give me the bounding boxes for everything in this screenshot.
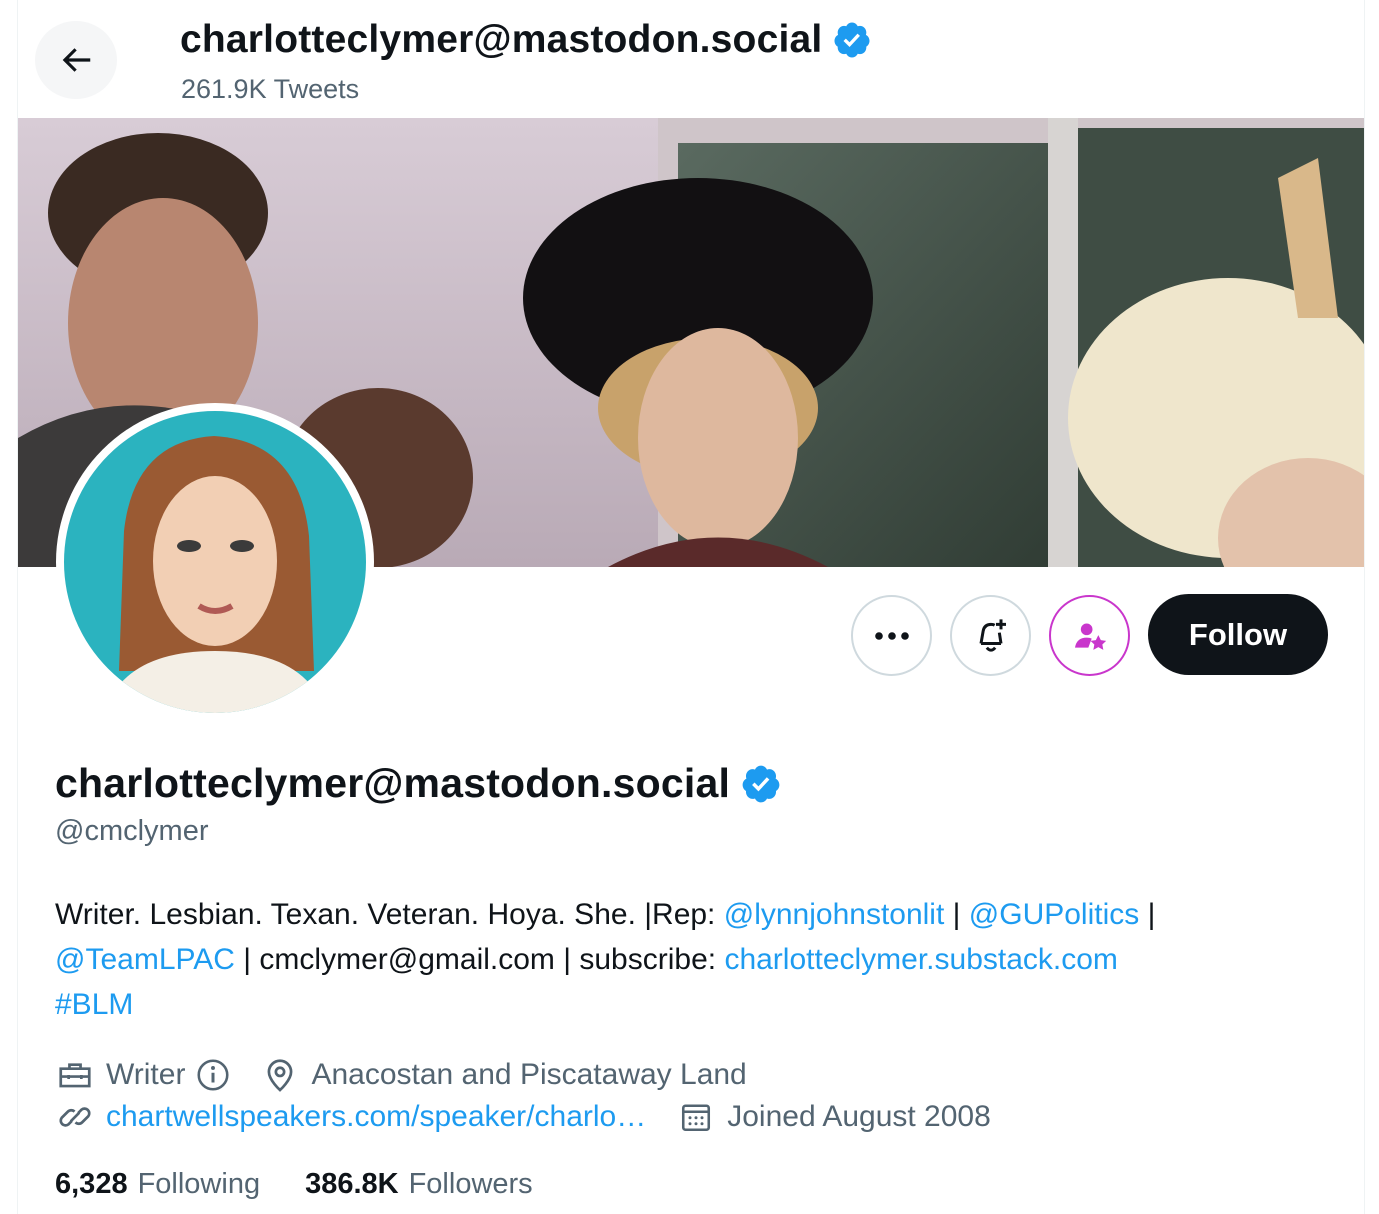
bio-mention-link[interactable]: @GUPolitics	[969, 898, 1139, 931]
bell-plus-icon	[979, 618, 1006, 652]
followers-count: 386.8K	[305, 1168, 399, 1200]
back-button[interactable]	[35, 21, 117, 99]
header-title: charlotteclymer@mastodon.social	[180, 18, 872, 62]
display-name-text: charlotteclymer@mastodon.social	[55, 760, 731, 806]
followers-link[interactable]: 386.8K Followers	[305, 1168, 533, 1201]
avatar-image	[64, 411, 366, 713]
location-text: Anacostan and Piscataway Land	[311, 1058, 747, 1091]
follow-stats: 6,328 Following 386.8K Followers	[55, 1168, 578, 1201]
following-count: 6,328	[55, 1168, 128, 1200]
website-link[interactable]: chartwellspeakers.com/speaker/charlo…	[106, 1100, 646, 1134]
super-follow-button[interactable]	[1049, 595, 1130, 676]
profile-meta-row: Writer Anacostan and Piscataway Land	[55, 1055, 747, 1095]
location-pin-icon	[260, 1055, 300, 1095]
bio-text: | cmclymer@gmail.com | subscribe:	[234, 943, 725, 976]
bio-url-link[interactable]: charlotteclymer.substack.com	[724, 943, 1117, 976]
bio-separator: |	[944, 898, 969, 931]
bio-mention-link[interactable]: @TeamLPAC	[55, 943, 235, 976]
bio-mention-link[interactable]: @lynnjohnstonlit	[724, 898, 945, 931]
join-date: Joined August 2008	[727, 1100, 991, 1133]
bio-hashtag-link[interactable]: #BLM	[55, 988, 133, 1021]
avatar[interactable]	[56, 403, 374, 721]
display-name: charlotteclymer@mastodon.social	[55, 760, 782, 807]
bio-separator: |	[1139, 898, 1156, 931]
profession-category: Writer	[106, 1058, 186, 1091]
header-name: charlotteclymer@mastodon.social	[180, 18, 823, 61]
user-handle: @cmclymer	[55, 815, 209, 847]
more-dots-icon	[874, 631, 909, 640]
calendar-icon	[676, 1097, 716, 1137]
follow-button[interactable]: Follow	[1148, 594, 1328, 675]
bio-text: Writer. Lesbian. Texan. Veteran. Hoya. S…	[55, 898, 724, 931]
verified-badge-icon[interactable]	[740, 763, 782, 805]
arrow-left-icon	[62, 48, 91, 72]
followers-label: Followers	[408, 1168, 533, 1200]
profile-meta-row: chartwellspeakers.com/speaker/charlo… Jo…	[55, 1097, 991, 1137]
following-label: Following	[137, 1168, 261, 1200]
verified-badge-icon[interactable]	[832, 20, 872, 60]
link-icon	[55, 1097, 95, 1137]
notifications-button[interactable]	[950, 595, 1031, 676]
more-button[interactable]	[851, 595, 932, 676]
tweet-count: 261.9K Tweets	[181, 74, 360, 104]
briefcase-icon	[55, 1055, 95, 1095]
profile-bio: Writer. Lesbian. Texan. Veteran. Hoya. S…	[55, 892, 1315, 1027]
info-icon[interactable]	[193, 1055, 233, 1095]
super-follow-icon	[1074, 623, 1106, 650]
following-link[interactable]: 6,328 Following	[55, 1168, 260, 1201]
